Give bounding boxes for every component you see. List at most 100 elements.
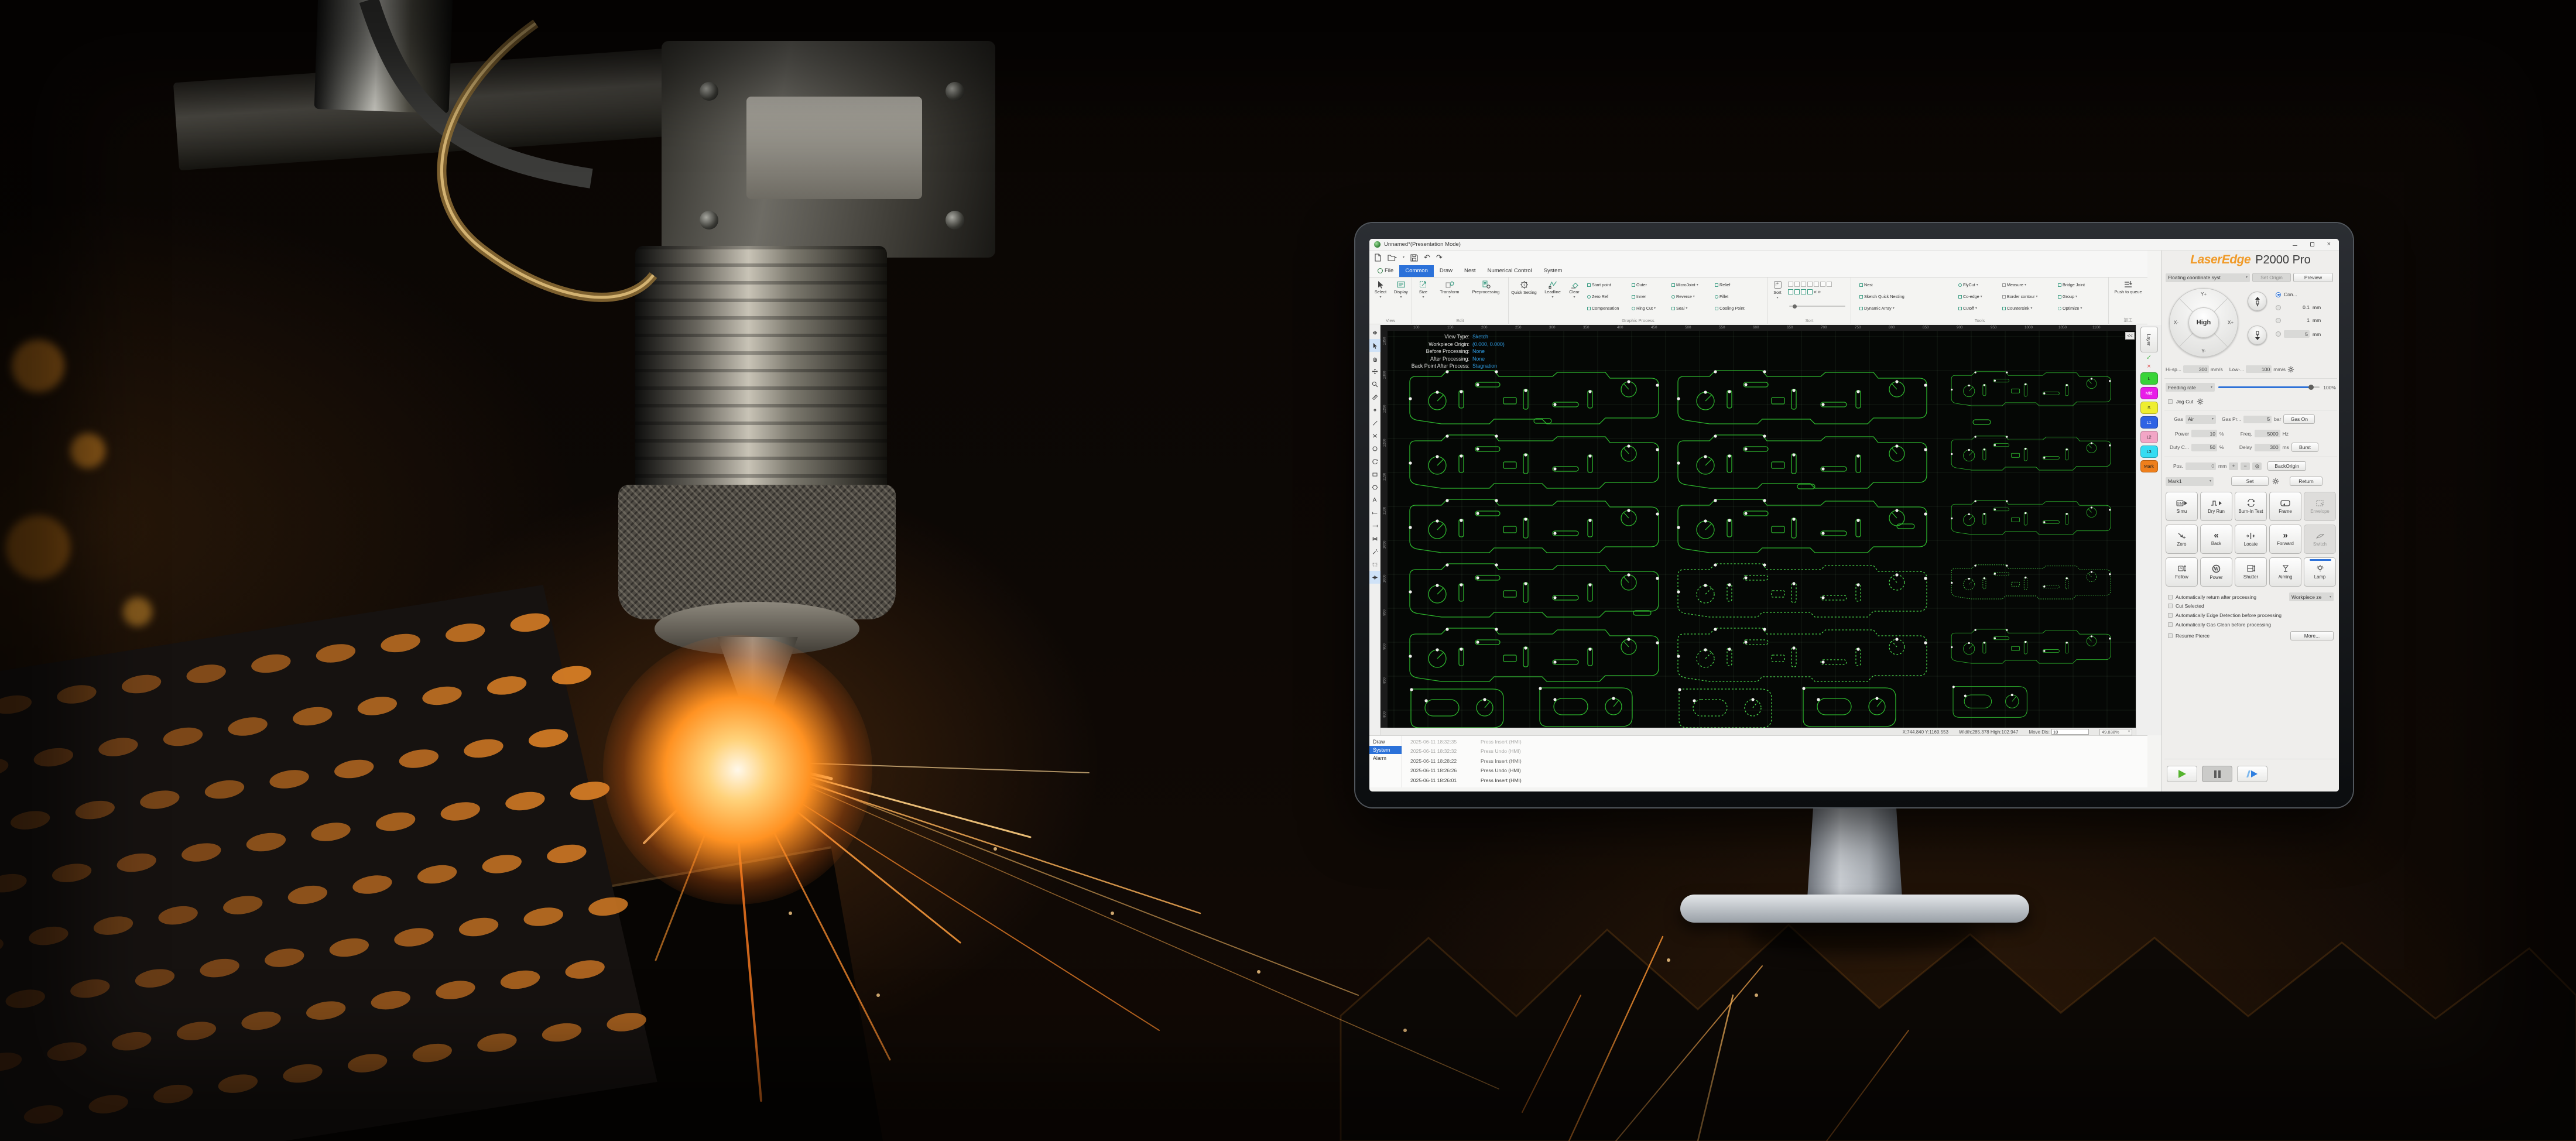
next-icon[interactable]: » xyxy=(1818,289,1821,294)
undo-icon[interactable]: ↶ xyxy=(1424,253,1430,262)
edge-detection-option[interactable]: Automatically Edge Detection before proc… xyxy=(2168,612,2282,618)
jog-pad[interactable]: Y+ X- X+ Y- High xyxy=(2169,288,2238,357)
resume-step-button[interactable] xyxy=(2237,766,2267,782)
mark-return-button[interactable]: Return xyxy=(2290,477,2322,486)
open-dropdown-icon[interactable]: ▾ xyxy=(1403,256,1405,259)
polyline-tool-icon[interactable] xyxy=(1369,429,1381,442)
dimension-h-tool-icon[interactable] xyxy=(1369,506,1381,519)
marquee-tool-icon[interactable] xyxy=(1369,558,1381,571)
redo-icon[interactable]: ↷ xyxy=(1436,253,1443,262)
sort-mode-icons-row2[interactable]: « » xyxy=(1788,289,1821,294)
reverse-item[interactable]: Reverse▾ xyxy=(1671,294,1695,299)
optimize-item[interactable]: Optimize▾ xyxy=(2058,306,2082,311)
set-origin-button[interactable]: Set Origin xyxy=(2252,273,2291,282)
frame-button[interactable]: Frame xyxy=(2269,492,2301,521)
zero-ref-item[interactable]: Zero Ref xyxy=(1587,294,1608,299)
measure-tool-icon[interactable] xyxy=(1369,390,1381,403)
sort-button[interactable]: Sort▾ xyxy=(1770,280,1785,300)
edge-detection-checkbox[interactable] xyxy=(2168,613,2173,618)
line-tool-icon[interactable] xyxy=(1369,416,1381,429)
microjoint-item[interactable]: MicroJoint▾ xyxy=(1671,282,1698,287)
open-file-icon[interactable] xyxy=(1388,253,1397,262)
freq-input[interactable]: 5000 xyxy=(2255,430,2280,437)
delay-input[interactable]: 300 xyxy=(2255,444,2280,451)
switch-button[interactable]: Switch xyxy=(2304,525,2336,554)
relief-item[interactable]: Relief xyxy=(1715,282,1730,287)
feeding-rate-slider[interactable] xyxy=(2218,386,2320,388)
layer-chip-L3[interactable]: L3 xyxy=(2140,446,2158,458)
mark-select[interactable]: Mark1▾ xyxy=(2166,477,2214,486)
layer-chip-L[interactable]: L xyxy=(2140,372,2158,385)
move-dis-input[interactable]: 10 xyxy=(2051,729,2089,735)
burn-in-test-button[interactable]: Burn-In Test xyxy=(2235,492,2267,521)
forward-button[interactable]: » Forward xyxy=(2269,525,2301,554)
select-tool-icon[interactable] xyxy=(1369,339,1381,352)
compensation-item[interactable]: Compensation xyxy=(1587,306,1619,311)
start-point-item[interactable]: Start point xyxy=(1587,282,1611,287)
nesting-canvas[interactable]: #cadsvg use{fill:none;stroke:#2db42d;str… xyxy=(1388,331,2136,728)
auto-return-checkbox[interactable] xyxy=(2168,595,2173,599)
feeding-rate-select[interactable]: Feeding rate▾ xyxy=(2166,383,2215,392)
mark-set-button[interactable]: Set xyxy=(2231,477,2269,486)
jog-x-plus[interactable]: X+ xyxy=(2228,320,2234,325)
minimize-icon[interactable] xyxy=(2293,243,2297,246)
cut-selected-option[interactable]: Cut Selected xyxy=(2168,603,2204,609)
new-file-icon[interactable] xyxy=(1374,253,1382,262)
pos-input[interactable]: 0 xyxy=(2186,462,2216,470)
seal-item[interactable]: Seal▾ xyxy=(1671,306,1687,311)
select-button[interactable]: Select▾ xyxy=(1371,280,1390,299)
log-tab-alarm[interactable]: Alarm xyxy=(1369,754,1402,762)
zero-button[interactable]: Zero xyxy=(2166,525,2198,554)
layer-chip-Mark[interactable]: Mark xyxy=(2140,460,2158,472)
text-tool-icon[interactable]: A xyxy=(1369,494,1381,506)
layer-chip-S[interactable]: S xyxy=(2140,402,2158,414)
back-button[interactable]: « Back xyxy=(2200,525,2232,554)
gas-on-button[interactable]: Gas On xyxy=(2283,414,2315,424)
collapse-toolbar-icon[interactable] xyxy=(1369,326,1381,339)
zoom-level-select[interactable]: 49.838%▾ xyxy=(2099,729,2132,735)
return-point-select[interactable]: Workpiece ze▾ xyxy=(2289,592,2334,601)
sort-slider[interactable] xyxy=(1789,306,1845,307)
size-button[interactable]: Size▾ xyxy=(1414,280,1432,299)
pan-tool-icon[interactable] xyxy=(1369,352,1381,365)
tab-nest[interactable]: Nest xyxy=(1458,265,1482,277)
mark-gear-icon[interactable] xyxy=(2272,478,2279,485)
follow-button[interactable]: Follow xyxy=(2166,557,2198,587)
back-origin-button[interactable]: BackOrigin xyxy=(2267,461,2306,471)
gas-clean-checkbox[interactable] xyxy=(2168,622,2173,627)
gas-clean-option[interactable]: Automatically Gas Clean before processin… xyxy=(2168,622,2271,628)
pos-target-button[interactable] xyxy=(2252,462,2262,470)
dynamic-array-item[interactable]: Dynamic Array▾ xyxy=(1859,306,1895,311)
sketch-quick-nesting-item[interactable]: Sketch Quick Nesting xyxy=(1859,294,1904,299)
shutter-button[interactable]: Shutter xyxy=(2235,557,2267,587)
z-up-button[interactable] xyxy=(2248,292,2267,311)
locate-button[interactable]: Locate xyxy=(2235,525,2267,554)
collapse-panel-button[interactable]: << xyxy=(2125,332,2135,340)
nest-item[interactable]: Nest xyxy=(1859,282,1873,287)
layer-check-icon[interactable]: ✓ xyxy=(2146,355,2152,361)
feeding-rate-knob[interactable] xyxy=(2308,385,2314,390)
gas-type-select[interactable]: Air▾ xyxy=(2186,415,2216,424)
aiming-button[interactable]: Aiming xyxy=(2269,557,2301,587)
bridge-joint-item[interactable]: Bridge Joint xyxy=(2058,282,2085,287)
step-0p1[interactable]: 0.1mm xyxy=(2276,304,2321,310)
layer-chip-L1[interactable]: L1 xyxy=(2140,416,2158,429)
measure-item[interactable]: Measure▾ xyxy=(2002,282,2026,287)
cut-selected-checkbox[interactable] xyxy=(2168,604,2173,608)
tab-numerical-control[interactable]: Numerical Control xyxy=(1482,265,1538,277)
jog-y-minus[interactable]: Y- xyxy=(2201,348,2205,354)
rectangle-tool-icon[interactable] xyxy=(1369,468,1381,481)
power-button[interactable]: W Power xyxy=(2200,557,2232,587)
cutoff-item[interactable]: Cutoff▾ xyxy=(1958,306,1977,311)
close-icon[interactable]: × xyxy=(2327,241,2331,248)
polygon-tool-icon[interactable] xyxy=(1369,481,1381,494)
border-contour-item[interactable]: Border contour▾ xyxy=(2002,294,2038,299)
prev-icon[interactable]: « xyxy=(1814,289,1817,294)
auto-return-option[interactable]: Automatically return after processing Wo… xyxy=(2168,592,2336,601)
countersink-item[interactable]: Countersink▾ xyxy=(2002,306,2032,311)
ring-cut-item[interactable]: Ring Cut▾ xyxy=(1632,306,1656,311)
magic-wand-tool-icon[interactable] xyxy=(1369,545,1381,558)
hi-speed-input[interactable]: 300 xyxy=(2183,365,2209,373)
save-icon[interactable] xyxy=(1410,254,1418,262)
layer-chip-Mid[interactable]: Mid xyxy=(2140,387,2158,399)
